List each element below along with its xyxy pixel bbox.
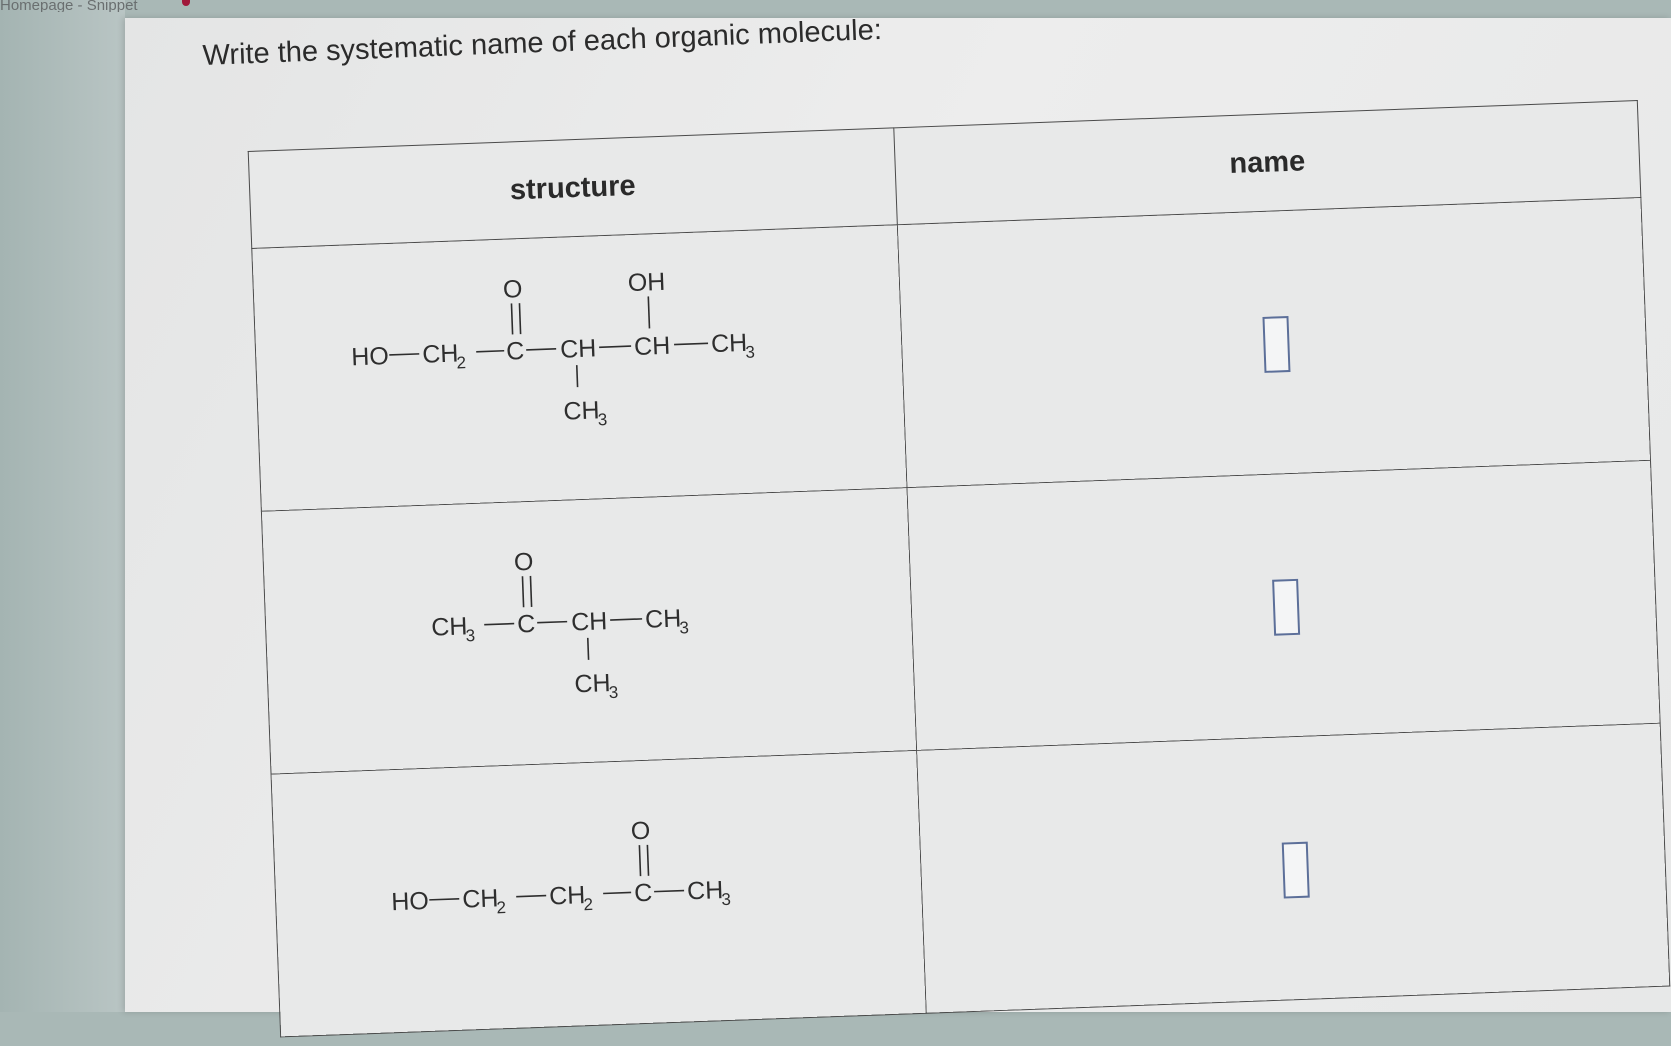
atom-oh: OH xyxy=(627,268,666,297)
atom-ch-a: CH xyxy=(560,334,597,363)
subscript-3: 3 xyxy=(745,343,755,362)
name-answer-input[interactable] xyxy=(1281,841,1310,899)
subscript-2: 2 xyxy=(496,898,506,917)
atom-ch2-b: CH xyxy=(549,881,586,910)
subscript-3: 3 xyxy=(721,890,731,909)
atom-ho: HO xyxy=(391,887,430,916)
atom-o: O xyxy=(513,548,533,577)
subscript-2: 2 xyxy=(583,895,593,914)
atom-ch2-a: CH xyxy=(462,884,499,913)
molecule-structure-3: HO CH 2 CH 2 C O CH 3 xyxy=(391,817,731,918)
name-cell xyxy=(916,723,1670,1014)
structure-cell: CH 3 C O CH CH 3 CH 3 xyxy=(261,487,917,775)
subscript-3: 3 xyxy=(597,410,607,429)
subscript-3: 3 xyxy=(608,683,618,702)
atom-c: C xyxy=(506,337,525,366)
name-cell xyxy=(906,460,1661,751)
atom-ch: CH xyxy=(571,607,608,636)
atom-ch2: CH xyxy=(422,339,459,368)
atom-ch3-end: CH xyxy=(687,876,724,905)
atom-c: C xyxy=(517,610,536,639)
answer-table: structure name HO CH 2 C O CH CH 3 CH OH… xyxy=(248,100,1671,1037)
table-row: HO CH 2 CH 2 C O CH 3 xyxy=(271,723,1670,1037)
table-row: HO CH 2 C O CH CH 3 CH OH CH 3 xyxy=(251,197,1651,512)
name-answer-input[interactable] xyxy=(1271,578,1300,636)
atom-c: C xyxy=(634,879,653,908)
subscript-2: 2 xyxy=(456,353,466,372)
answer-table-area: structure name HO CH 2 C O CH CH 3 CH OH… xyxy=(0,0,1671,1037)
molecule-structure-2: CH 3 C O CH CH 3 CH 3 xyxy=(431,548,690,702)
structure-cell: HO CH 2 CH 2 C O CH 3 xyxy=(271,750,927,1037)
atom-o: O xyxy=(630,817,650,846)
molecule-structure-1: HO CH 2 C O CH CH 3 CH OH CH 3 xyxy=(351,268,755,430)
atom-ch3-end: CH xyxy=(711,329,748,358)
atom-ch3-end: CH xyxy=(645,604,682,633)
atom-ch-b: CH xyxy=(634,332,671,361)
atom-ch3-start: CH xyxy=(431,612,468,641)
structure-cell: HO CH 2 C O CH CH 3 CH OH CH 3 xyxy=(251,224,907,512)
table-row: CH 3 C O CH CH 3 CH 3 xyxy=(261,460,1661,775)
atom-o: O xyxy=(502,275,522,304)
atom-ch3-branch: CH xyxy=(563,396,600,425)
name-cell xyxy=(897,197,1651,488)
subscript-3: 3 xyxy=(465,626,475,645)
subscript-3: 3 xyxy=(679,618,689,637)
name-answer-input[interactable] xyxy=(1261,316,1290,373)
atom-ho: HO xyxy=(351,342,390,371)
atom-ch3-branch: CH xyxy=(574,669,611,698)
